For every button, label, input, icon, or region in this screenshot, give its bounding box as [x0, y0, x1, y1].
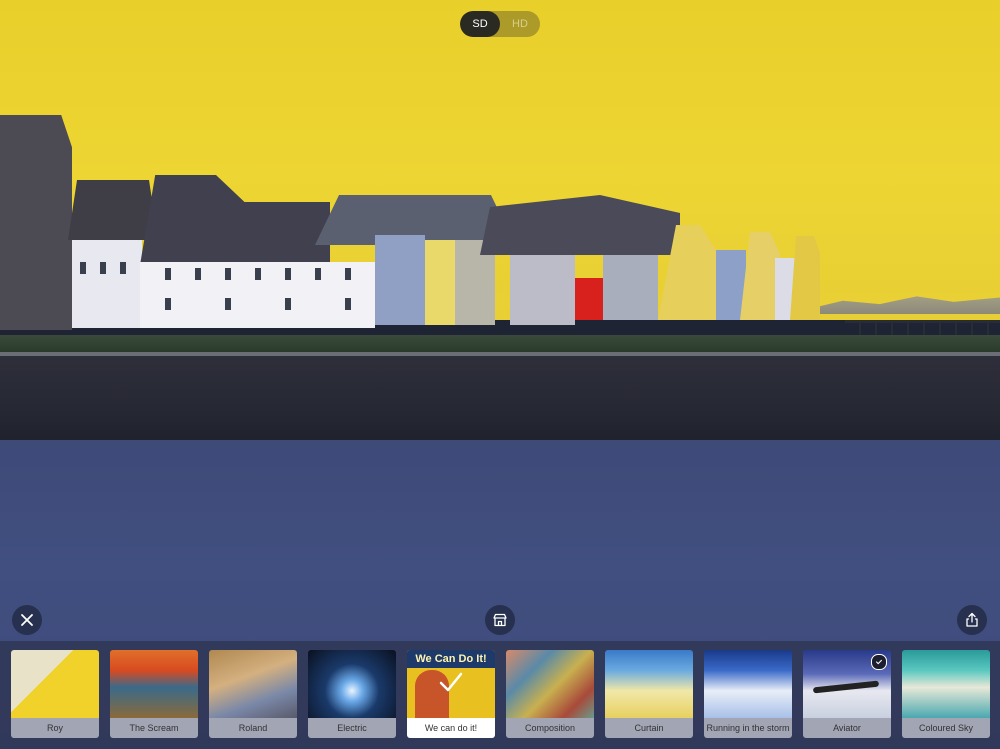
window [120, 262, 126, 274]
filter-label: We can do it! [407, 718, 495, 738]
window [165, 298, 171, 310]
filter-preview [704, 650, 792, 718]
filter-thumb-curtain[interactable]: Curtain [605, 650, 693, 738]
filter-label: Running in the storm [704, 718, 792, 738]
share-icon [966, 612, 978, 627]
close-button[interactable] [12, 605, 42, 635]
filter-thumb-coloured-sky[interactable]: Coloured Sky [902, 650, 990, 738]
window [165, 268, 171, 280]
window [315, 268, 321, 280]
window [100, 262, 106, 274]
filter-preview [902, 650, 990, 718]
building-roof-dark [68, 180, 158, 240]
window [195, 268, 201, 280]
building-grey-3 [603, 255, 658, 320]
share-button[interactable] [957, 605, 987, 635]
airplane-shape [812, 680, 880, 694]
filter-preview [209, 650, 297, 718]
filter-preview [506, 650, 594, 718]
filter-label: Roy [11, 718, 99, 738]
filter-label: Aviator [803, 718, 891, 738]
poster-banner: We Can Do It! [407, 650, 495, 668]
window [225, 298, 231, 310]
check-icon [439, 672, 463, 692]
filter-thumb-the-scream[interactable]: The Scream [110, 650, 198, 738]
wall-edge [0, 352, 1000, 356]
window [285, 298, 291, 310]
filter-preview [605, 650, 693, 718]
filter-label: Roland [209, 718, 297, 738]
filter-preview: We Can Do It! [407, 650, 495, 718]
filter-thumb-electric[interactable]: Electric [308, 650, 396, 738]
filter-label: The Scream [110, 718, 198, 738]
filter-preview [11, 650, 99, 718]
filter-preview [803, 650, 891, 718]
window [255, 268, 261, 280]
filter-thumb-roland[interactable]: Roland [209, 650, 297, 738]
window [225, 268, 231, 280]
window [345, 268, 351, 280]
filter-label: Composition [506, 718, 594, 738]
photo-canvas [0, 0, 1000, 749]
quality-option-hd[interactable]: HD [500, 11, 540, 37]
filter-thumb-roy[interactable]: Roy [11, 650, 99, 738]
filter-preview [308, 650, 396, 718]
store-button[interactable] [485, 605, 515, 635]
check-icon [871, 654, 887, 670]
filter-thumb-running-in-the-storm[interactable]: Running in the storm [704, 650, 792, 738]
filter-label: Coloured Sky [902, 718, 990, 738]
building-white-1 [72, 240, 142, 328]
close-icon [21, 614, 33, 626]
window [80, 262, 86, 274]
building-tower [0, 115, 72, 330]
filter-thumb-aviator[interactable]: Aviator [803, 650, 891, 738]
building-blue [375, 235, 425, 325]
window [345, 298, 351, 310]
window [285, 268, 291, 280]
filter-thumb-we-can-do-it[interactable]: We Can Do It! We can do it! [407, 650, 495, 738]
quality-toggle[interactable]: SD HD [460, 11, 540, 37]
filter-preview [110, 650, 198, 718]
store-icon [493, 613, 507, 627]
building-red [575, 278, 603, 320]
building-yellow-1 [425, 240, 455, 325]
harbour-wall [0, 352, 1000, 447]
filter-label: Curtain [605, 718, 693, 738]
building-grey-2 [510, 255, 575, 325]
filter-label: Electric [308, 718, 396, 738]
quality-option-sd[interactable]: SD [460, 11, 500, 37]
filter-thumb-composition[interactable]: Composition [506, 650, 594, 738]
